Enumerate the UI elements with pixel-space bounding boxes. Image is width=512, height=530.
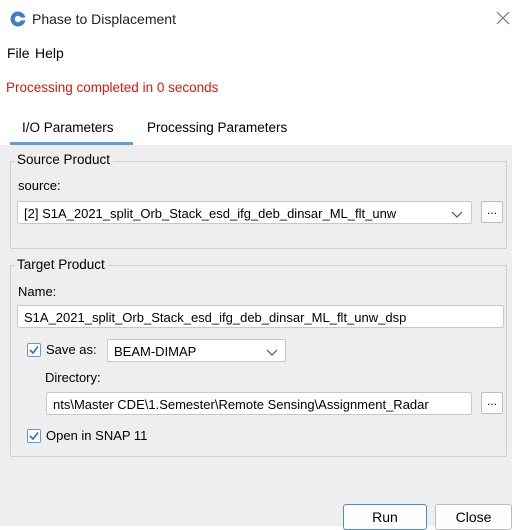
- menu-file[interactable]: File: [7, 45, 30, 61]
- format-value: BEAM-DIMAP: [114, 344, 197, 359]
- window-title: Phase to Displacement: [32, 11, 176, 27]
- directory-field[interactable]: nts\Master CDE\1.Semester\Remote Sensing…: [46, 392, 472, 415]
- close-icon[interactable]: [493, 8, 512, 28]
- target-product-title: Target Product: [14, 257, 108, 272]
- target-name-value: S1A_2021_split_Orb_Stack_esd_ifg_deb_din…: [24, 310, 407, 325]
- tab-processing-parameters[interactable]: Processing Parameters: [147, 120, 287, 135]
- target-name-field[interactable]: S1A_2021_split_Orb_Stack_esd_ifg_deb_din…: [17, 305, 504, 328]
- source-product-title: Source Product: [14, 152, 114, 167]
- status-message: Processing completed in 0 seconds: [6, 80, 219, 95]
- open-in-snap-label: Open in SNAP 11: [46, 428, 148, 443]
- source-product-value: [2] S1A_2021_split_Orb_Stack_esd_ifg_deb…: [24, 206, 397, 221]
- directory-value: nts\Master CDE\1.Semester\Remote Sensing…: [53, 397, 429, 412]
- name-label: Name:: [18, 284, 57, 299]
- tab-io-parameters[interactable]: I/O Parameters: [22, 120, 114, 135]
- run-button[interactable]: Run: [343, 504, 427, 530]
- snap-app-icon: [10, 11, 26, 27]
- close-button[interactable]: Close: [435, 504, 512, 530]
- menu-bar: [0, 38, 512, 72]
- open-in-snap-checkbox[interactable]: [27, 429, 41, 443]
- directory-browse-button[interactable]: ...: [481, 392, 503, 414]
- save-as-label: Save as:: [46, 342, 97, 357]
- source-label: source:: [18, 178, 61, 193]
- chevron-down-icon: [266, 345, 280, 357]
- menu-help[interactable]: Help: [35, 45, 64, 61]
- source-browse-button[interactable]: ...: [481, 201, 503, 223]
- source-product-select[interactable]: [2] S1A_2021_split_Orb_Stack_esd_ifg_deb…: [17, 201, 472, 224]
- save-as-checkbox[interactable]: [27, 343, 41, 357]
- format-select[interactable]: BEAM-DIMAP: [107, 339, 286, 362]
- chevron-down-icon: [451, 207, 465, 219]
- directory-label: Directory:: [45, 370, 101, 385]
